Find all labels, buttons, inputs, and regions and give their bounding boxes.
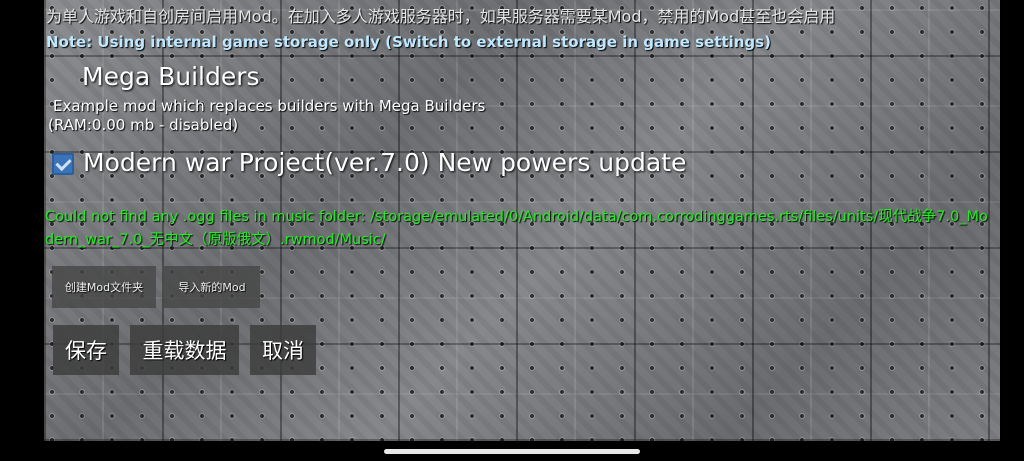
reload-data-button[interactable]: 重载数据 <box>130 325 239 375</box>
mod-description-mega-builders: Example mod which replaces builders with… <box>53 97 486 115</box>
mod-checkbox-modern-war[interactable] <box>52 153 74 175</box>
mod-settings-panel: 为单人游戏和自创房间启用Mod。在加入多人游戏服务器时，如果服务器需要某Mod，… <box>44 0 1000 441</box>
storage-note: Note: Using internal game storage only (… <box>46 33 771 51</box>
mod-error-message: Could not find any .ogg files in music f… <box>45 209 988 248</box>
home-indicator[interactable] <box>384 449 640 454</box>
checkbox-checked-icon <box>55 154 72 172</box>
mod-checkbox-mega-builders[interactable] <box>54 69 78 93</box>
cancel-button[interactable]: 取消 <box>250 325 316 375</box>
import-mod-button[interactable]: 导入新的Mod <box>164 266 260 308</box>
mod-title-modern-war[interactable]: Modern war Project(ver.7.0) New powers u… <box>83 148 686 177</box>
mod-status-mega-builders: (RAM:0.00 mb - disabled) <box>48 116 239 134</box>
screen: 为单人游戏和自创房间启用Mod。在加入多人游戏服务器时，如果服务器需要某Mod，… <box>0 0 1024 461</box>
save-button[interactable]: 保存 <box>53 325 119 375</box>
mod-title-mega-builders[interactable]: Mega Builders <box>82 62 260 91</box>
mod-enable-notice: 为单人游戏和自创房间启用Mod。在加入多人游戏服务器时，如果服务器需要某Mod，… <box>46 7 836 26</box>
create-mod-folder-button[interactable]: 创建Mod文件夹 <box>52 266 156 308</box>
